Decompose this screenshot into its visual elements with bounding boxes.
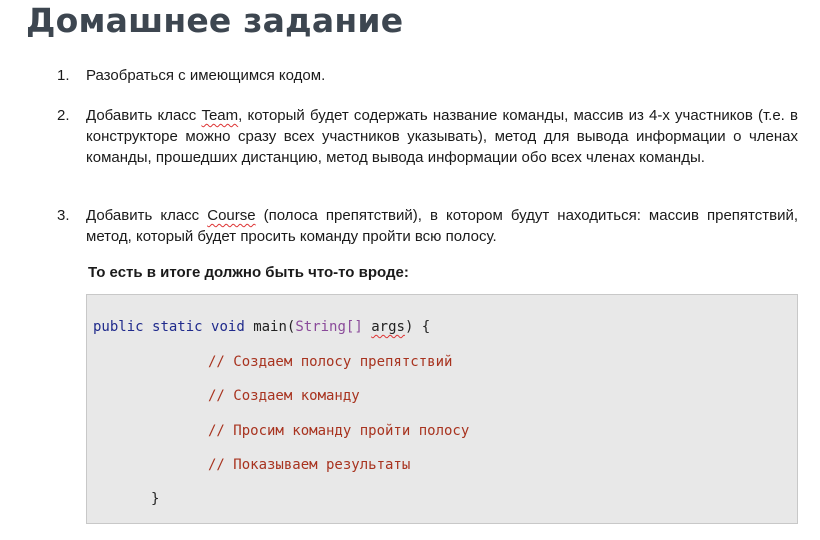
code-comment: // Показываем результаты — [208, 457, 411, 473]
list-item-text: Разобраться с имеющимся кодом. — [86, 67, 326, 84]
list-item-number: 1. — [57, 67, 70, 84]
code-keyword: static — [152, 319, 203, 335]
code-type: String[] — [295, 319, 363, 335]
example-note: То есть в итоге должно быть что-то вроде… — [88, 264, 409, 281]
code-close-brace: } — [151, 491, 160, 507]
page-title: Домашнее задание — [26, 1, 404, 40]
class-name-course: Course — [207, 207, 256, 224]
code-param: args — [371, 319, 405, 335]
code-method-name: main( — [253, 319, 296, 335]
list-item-text-start: Добавить класс — [86, 207, 208, 224]
code-comment: // Просим команду пройти полосу — [208, 423, 470, 439]
list-item-text: Добавить класс Course (полоса препятстви… — [86, 205, 798, 247]
code-keyword: public — [93, 319, 144, 335]
code-comment: // Создаем команду — [208, 388, 360, 404]
code-open-brace: ) { — [404, 319, 431, 335]
list-item-number: 3. — [57, 207, 70, 224]
code-signature-line: public static void main(String[] args) { — [93, 318, 430, 336]
class-name-team: Team — [201, 107, 239, 124]
list-item-text: Добавить класс Team, который будет содер… — [86, 105, 798, 168]
list-item-number: 2. — [57, 107, 70, 124]
code-block: public static void main(String[] args) {… — [86, 294, 798, 524]
code-keyword: void — [211, 319, 245, 335]
code-comment: // Создаем полосу препятствий — [208, 354, 453, 370]
list-item-text-start: Добавить класс — [86, 107, 202, 124]
